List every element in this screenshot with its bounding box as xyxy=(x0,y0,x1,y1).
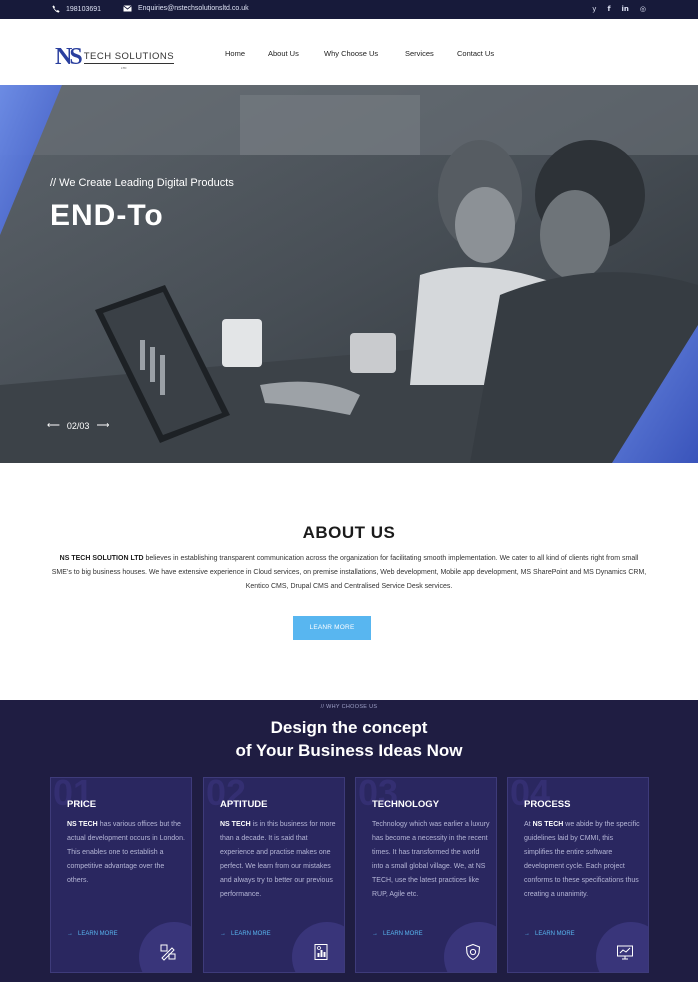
email-contact[interactable]: Enquiries@nstechsolutionsltd.co.uk xyxy=(123,5,249,12)
document-chart-icon xyxy=(314,944,328,960)
monitor-chart-icon xyxy=(617,945,633,960)
why-title: Design the concept of Your Business Idea… xyxy=(0,716,698,762)
card-lead: NS TECH xyxy=(532,821,564,828)
site-header: NS TECH SOLUTIONS LTD Home About Us Why … xyxy=(0,19,698,85)
slide-counter: 02/03 xyxy=(66,420,90,431)
phone-number: 198103691 xyxy=(66,5,102,13)
pencil-ruler-icon xyxy=(160,944,176,961)
shield-icon xyxy=(465,943,481,961)
phone-contact[interactable]: 198103691 xyxy=(52,5,101,13)
social-links: y f in ◎ xyxy=(592,5,646,13)
logo-mark: NS xyxy=(55,44,83,70)
nav-why-choose-us[interactable]: Why Choose Us xyxy=(324,49,378,58)
card-description: NS TECH has various offices but the actu… xyxy=(67,818,185,888)
card-description: Technology which was earlier a luxury ha… xyxy=(372,818,490,902)
about-title: ABOUT US xyxy=(302,523,396,542)
card-learn-more-link[interactable]: → LEARN MORE xyxy=(220,931,271,937)
feature-card-technology: 03 TECHNOLOGY Technology which was earli… xyxy=(355,777,497,973)
arrow-right-icon[interactable]: ⟶ xyxy=(96,420,109,431)
card-learn-more-link[interactable]: → LEARN MORE xyxy=(67,931,118,937)
hero-background-image xyxy=(0,85,698,463)
card-learn-more-link[interactable]: → LEARN MORE xyxy=(524,931,575,937)
site-logo[interactable]: NS TECH SOLUTIONS LTD xyxy=(55,44,175,71)
facebook-icon[interactable]: f xyxy=(607,5,610,13)
twitter-icon[interactable]: y xyxy=(592,5,596,13)
phone-icon xyxy=(52,5,60,13)
card-link-label: LEARN MORE xyxy=(383,931,423,937)
arrow-right-icon: → xyxy=(220,931,226,937)
learn-more-button[interactable]: LEANR MORE xyxy=(293,616,371,640)
arrow-right-icon: → xyxy=(372,931,378,937)
linkedin-icon[interactable]: in xyxy=(622,5,629,13)
card-link-label: LEARN MORE xyxy=(231,931,271,937)
about-company: NS TECH SOLUTION LTD xyxy=(59,555,144,562)
card-text: we abide by the specific guidelines laid… xyxy=(524,821,640,898)
nav-contact-us[interactable]: Contact Us xyxy=(457,49,494,58)
card-title: PRICE xyxy=(67,799,97,810)
card-description: NS TECH is in this business for more tha… xyxy=(220,818,338,902)
feature-card-aptitude: 02 APTITUDE NS TECH is in this business … xyxy=(203,777,345,973)
hero-slider: // We Create Leading Digital Products EN… xyxy=(0,85,698,463)
card-lead-pre: At xyxy=(524,821,531,828)
nav-services[interactable]: Services xyxy=(405,49,434,58)
logo-text: TECH SOLUTIONS xyxy=(83,51,175,64)
card-link-label: LEARN MORE xyxy=(535,931,575,937)
card-lead: NS TECH xyxy=(220,821,251,828)
top-bar: 198103691 Enquiries@nstechsolutionsltd.c… xyxy=(0,0,698,19)
feature-card-process: 04 PROCESS At NS TECH we abide by the sp… xyxy=(507,777,649,973)
card-title: APTITUDE xyxy=(220,799,268,810)
instagram-icon[interactable]: ◎ xyxy=(640,5,646,13)
arrow-right-icon: → xyxy=(524,931,530,937)
arrow-right-icon: → xyxy=(67,931,73,937)
logo-sub: LTD xyxy=(121,66,127,70)
hero-headline: END-To xyxy=(50,199,164,232)
card-link-label: LEARN MORE xyxy=(78,931,118,937)
feature-card-price: 01 PRICE NS TECH has various offices but… xyxy=(50,777,192,973)
why-kicker: // WHY CHOOSE US xyxy=(320,704,378,710)
mail-icon xyxy=(123,5,132,12)
nav-about-us[interactable]: About Us xyxy=(268,49,299,58)
card-title: TECHNOLOGY xyxy=(372,799,440,810)
arrow-left-icon[interactable]: ⟵ xyxy=(47,420,60,431)
card-text: is in this business for more than a deca… xyxy=(220,821,336,898)
about-text: NS TECH SOLUTION LTD believes in establi… xyxy=(50,552,648,594)
hero-subtitle: // We Create Leading Digital Products xyxy=(50,177,234,189)
card-description: At NS TECH we abide by the specific guid… xyxy=(524,818,642,902)
email-address: Enquiries@nstechsolutionsltd.co.uk xyxy=(138,5,249,12)
why-title-line1: Design the concept xyxy=(270,718,428,737)
why-title-line2: of Your Business Ideas Now xyxy=(235,741,463,760)
card-lead: NS TECH xyxy=(67,821,98,828)
slider-controls: ⟵ 02/03 ⟶ xyxy=(47,420,109,431)
card-learn-more-link[interactable]: → LEARN MORE xyxy=(372,931,423,937)
card-title: PROCESS xyxy=(524,799,571,810)
card-text: Technology which was earlier a luxury ha… xyxy=(372,821,490,898)
nav-home[interactable]: Home xyxy=(225,49,245,58)
card-text: has various offices but the actual devel… xyxy=(67,821,185,884)
